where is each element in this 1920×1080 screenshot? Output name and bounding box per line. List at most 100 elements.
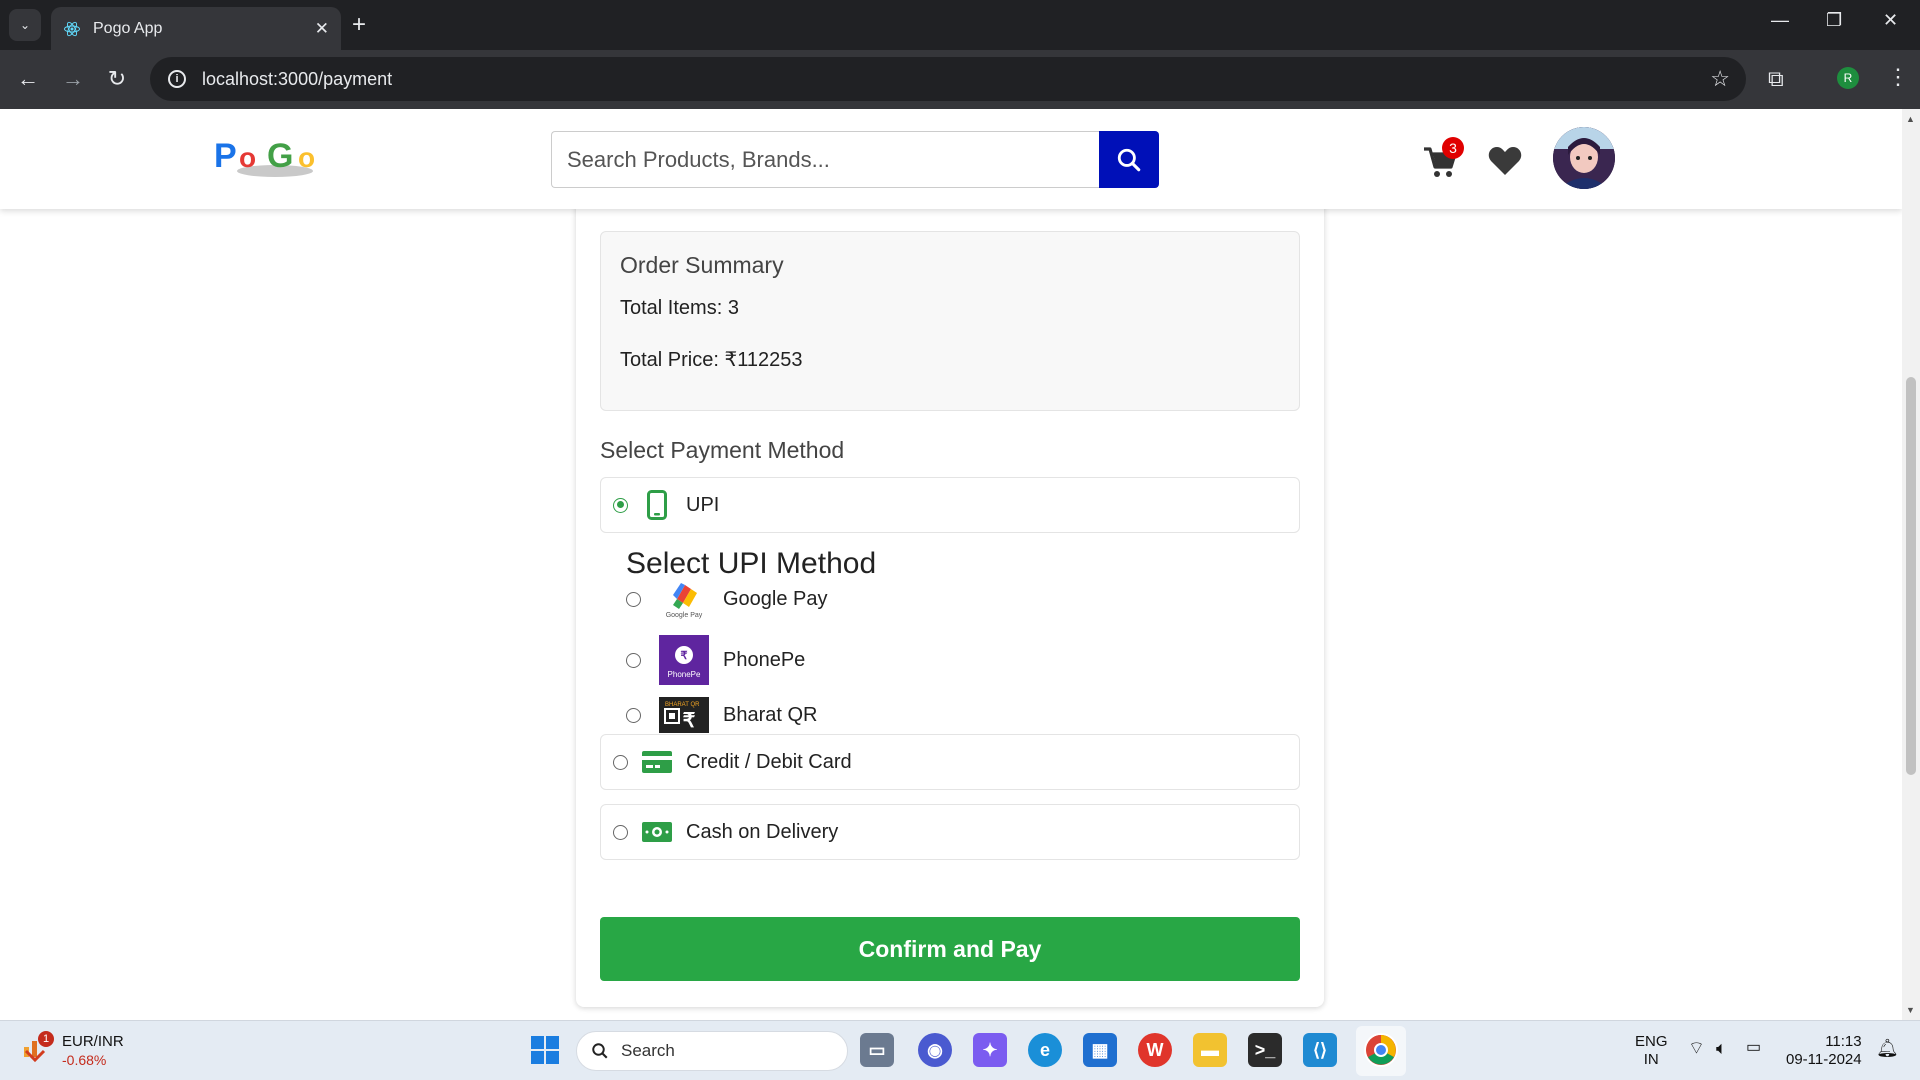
profile-avatar[interactable]: R <box>1837 67 1859 89</box>
clock-date: 09-11-2024 <box>1786 1051 1862 1068</box>
upi-method-label: Google Pay <box>723 587 828 610</box>
widget-title: EUR/INR <box>62 1033 124 1050</box>
tab-title: Pogo App <box>93 19 163 37</box>
google-pay-logo: Google Pay <box>659 574 709 624</box>
search-icon <box>1117 148 1141 171</box>
restore-button[interactable]: ❐ <box>1826 10 1842 31</box>
svg-text:G: G <box>267 137 293 175</box>
phone-icon <box>642 490 672 520</box>
phonepe-radio[interactable] <box>626 652 641 668</box>
search-input[interactable] <box>551 131 1099 188</box>
bookmark-star-icon[interactable]: ☆ <box>1710 66 1730 92</box>
search-button[interactable] <box>1099 131 1159 188</box>
svg-text:₹: ₹ <box>683 710 696 732</box>
language-indicator[interactable]: ENG IN <box>1635 1033 1668 1069</box>
google-pay-logo-text: Google Pay <box>666 612 703 619</box>
taskbar-search-label: Search <box>621 1041 675 1060</box>
terminal-icon[interactable]: >_ <box>1248 1033 1282 1067</box>
payment-option-upi[interactable]: UPI <box>600 477 1300 533</box>
svg-text:P: P <box>214 137 237 175</box>
wishlist-heart-icon[interactable] <box>1488 145 1522 177</box>
react-favicon-icon <box>64 21 80 36</box>
payment-option-cod[interactable]: Cash on Delivery <box>600 804 1300 860</box>
order-summary: Order Summary Total Items: 3 Total Price… <box>600 231 1300 411</box>
widget-badge: 1 <box>38 1031 54 1047</box>
user-avatar[interactable] <box>1553 127 1615 189</box>
reload-icon[interactable]: ↻ <box>102 64 132 94</box>
vscode-icon[interactable]: ⟨⟩ <box>1303 1033 1337 1067</box>
phonepe-logo-text: PhonePe <box>668 670 701 679</box>
file-explorer-icon[interactable]: ▬ <box>1193 1033 1227 1067</box>
edge-browser-icon[interactable]: e <box>1028 1033 1062 1067</box>
product-search <box>551 131 1159 188</box>
region-code: IN <box>1643 1051 1659 1068</box>
cod-radio[interactable] <box>613 824 628 840</box>
notification-bell-icon[interactable]: 🔔︎ <box>1876 1039 1899 1057</box>
google-pay-radio[interactable] <box>626 591 641 607</box>
taskbar-search[interactable]: Search <box>576 1031 848 1071</box>
browser-menu-icon[interactable]: ⋮ <box>1887 64 1909 90</box>
stock-chart-icon: 1 <box>22 1031 54 1063</box>
card-radio[interactable] <box>613 754 628 770</box>
total-items: Total Items: 3 <box>620 297 739 319</box>
scroll-up-arrow-icon[interactable]: ▲ <box>1906 114 1915 124</box>
scroll-down-arrow-icon[interactable]: ▼ <box>1906 1005 1915 1015</box>
address-bar[interactable]: i localhost:3000/payment ☆ <box>150 57 1746 101</box>
upi-method-phonepe[interactable]: ₹ PhonePe PhonePe <box>626 635 805 685</box>
upi-method-label: PhonePe <box>723 648 806 671</box>
payment-option-label: Credit / Debit Card <box>686 750 852 773</box>
payment-option-label: Cash on Delivery <box>686 820 839 843</box>
battery-icon[interactable]: ▭ <box>1746 1039 1761 1057</box>
upi-method-bharat-qr[interactable]: BHARAT QR ₹ Bharat QR <box>626 690 817 740</box>
pogo-logo[interactable]: P o G o <box>212 133 338 183</box>
credit-card-icon <box>642 751 672 773</box>
browser-tab-bar: ⌄ Pogo App ✕ + — ❐ ✕ <box>0 0 1920 50</box>
widget-value: -0.68% <box>62 1052 107 1068</box>
order-summary-title: Order Summary <box>620 252 784 278</box>
site-info-icon[interactable]: i <box>168 70 186 88</box>
windows-start-icon[interactable] <box>528 1033 562 1067</box>
task-view-icon[interactable]: ▭ <box>860 1033 894 1067</box>
confirm-and-pay-button[interactable]: Confirm and Pay <box>600 917 1300 981</box>
upi-method-label: Bharat QR <box>723 703 818 726</box>
browser-tab[interactable]: Pogo App ✕ <box>51 7 341 50</box>
upi-radio[interactable] <box>613 497 628 513</box>
extensions-icon[interactable]: ⧉ <box>1768 66 1784 92</box>
svg-text:o: o <box>298 142 315 173</box>
page-scrollbar[interactable]: ▲ ▼ <box>1902 109 1920 1020</box>
bharat-qr-logo: BHARAT QR ₹ <box>659 690 709 740</box>
back-arrow-icon[interactable]: ← <box>13 64 43 94</box>
microsoft-store-icon[interactable]: ▦ <box>1083 1033 1117 1067</box>
bharat-qr-logo-text: BHARAT QR <box>665 702 700 708</box>
svg-text:o: o <box>239 142 256 173</box>
forward-arrow-icon[interactable]: → <box>58 64 88 94</box>
wps-office-icon[interactable]: W <box>1138 1033 1172 1067</box>
teams-chat-icon[interactable]: ◉ <box>918 1033 952 1067</box>
upi-method-google-pay[interactable]: Google Pay Google Pay <box>626 574 828 624</box>
close-window-button[interactable]: ✕ <box>1883 10 1898 31</box>
new-tab-button[interactable]: + <box>352 12 366 38</box>
weather-widget[interactable]: 1 EUR/INR -0.68% <box>22 1031 124 1069</box>
taskbar-search-icon <box>592 1043 608 1059</box>
cash-icon <box>642 822 672 842</box>
svg-text:₹: ₹ <box>681 650 688 662</box>
chrome-icon[interactable] <box>1364 1033 1398 1067</box>
tab-search-menu-button[interactable]: ⌄ <box>9 9 41 41</box>
minimize-button[interactable]: — <box>1771 10 1789 31</box>
windows-taskbar: 1 EUR/INR -0.68% Search ▭ ◉ ✦ e ▦ W ▬ >_… <box>0 1020 1920 1080</box>
volume-icon[interactable]: 🔈︎ <box>1716 1039 1727 1057</box>
copilot-icon[interactable]: ✦ <box>973 1033 1007 1067</box>
tab-close-icon[interactable]: ✕ <box>315 19 329 39</box>
wifi-icon[interactable]: ⌔ <box>1688 1039 1705 1057</box>
payment-method-title: Select Payment Method <box>600 437 845 463</box>
phonepe-logo: ₹ PhonePe <box>659 635 709 685</box>
payment-option-card[interactable]: Credit / Debit Card <box>600 734 1300 790</box>
scrollbar-thumb[interactable] <box>1906 377 1916 775</box>
cart-count-badge: 3 <box>1442 137 1464 159</box>
user-avatar-image <box>1553 127 1615 189</box>
bharat-qr-radio[interactable] <box>626 707 641 723</box>
payment-card: Order Summary Total Items: 3 Total Price… <box>576 179 1324 1007</box>
clock[interactable]: 11:13 09-11-2024 <box>1786 1033 1862 1069</box>
total-price: Total Price: ₹112253 <box>620 349 803 371</box>
url-text: localhost:3000/payment <box>202 68 393 89</box>
